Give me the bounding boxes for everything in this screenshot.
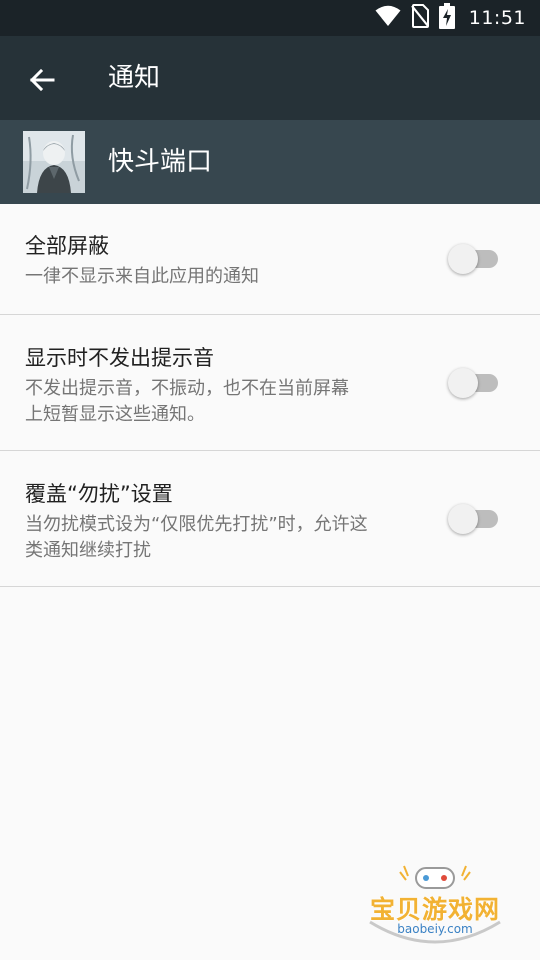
setting-desc-line: 当勿扰模式设为“仅限优先打扰”时，允许这 (25, 514, 368, 535)
setting-desc-line: 一律不显示来自此应用的通知 (25, 266, 259, 287)
setting-override-dnd[interactable]: 覆盖“勿扰”设置 当勿扰模式设为“仅限优先打扰”时，允许这 类通知继续打扰 (0, 451, 540, 587)
setting-block-all[interactable]: 全部屏蔽 一律不显示来自此应用的通知 (0, 204, 540, 315)
block-all-switch[interactable] (448, 242, 502, 276)
no-sim-icon (410, 4, 429, 32)
switch-thumb (448, 244, 478, 274)
setting-desc: 不发出提示音，不振动，也不在当前屏幕 上短暂显示这些通知。 (25, 376, 425, 428)
watermark-logo: 宝贝游戏网 baobeiy.com (360, 862, 510, 954)
switch-thumb (448, 504, 478, 534)
watermark-text: 宝贝游戏网 (369, 895, 500, 924)
back-button[interactable] (20, 58, 64, 102)
status-icons: 11:51 (375, 0, 526, 36)
setting-title: 显示时不发出提示音 (25, 346, 214, 370)
setting-desc: 当勿扰模式设为“仅限优先打扰”时，允许这 类通知继续打扰 (25, 512, 425, 564)
setting-desc-line: 类通知继续打扰 (25, 540, 151, 561)
silent-switch[interactable] (448, 366, 502, 400)
status-bar: 11:51 (0, 0, 540, 36)
setting-desc-line: 不发出提示音，不振动，也不在当前屏幕 (25, 378, 349, 399)
app-name: 快斗端口 (108, 147, 213, 177)
setting-desc-line: 上短暂显示这些通知。 (25, 404, 205, 425)
override-dnd-switch[interactable] (448, 502, 502, 536)
setting-title: 覆盖“勿扰”设置 (25, 482, 173, 506)
arrow-back-icon (29, 68, 55, 92)
setting-silent[interactable]: 显示时不发出提示音 不发出提示音，不振动，也不在当前屏幕 上短暂显示这些通知。 (0, 315, 540, 451)
setting-desc: 一律不显示来自此应用的通知 (25, 264, 425, 290)
switch-thumb (448, 368, 478, 398)
wifi-icon (375, 5, 401, 31)
toolbar: 通知 (0, 36, 540, 120)
setting-title: 全部屏蔽 (25, 234, 109, 258)
page-title: 通知 (108, 63, 161, 93)
battery-charging-icon (438, 3, 455, 33)
app-header: 快斗端口 (0, 120, 540, 204)
watermark-url: baobeiy.com (397, 922, 473, 936)
status-time: 11:51 (468, 7, 526, 29)
app-icon (23, 131, 85, 193)
settings-list: 全部屏蔽 一律不显示来自此应用的通知 显示时不发出提示音 不发出提示音，不振动，… (0, 204, 540, 587)
